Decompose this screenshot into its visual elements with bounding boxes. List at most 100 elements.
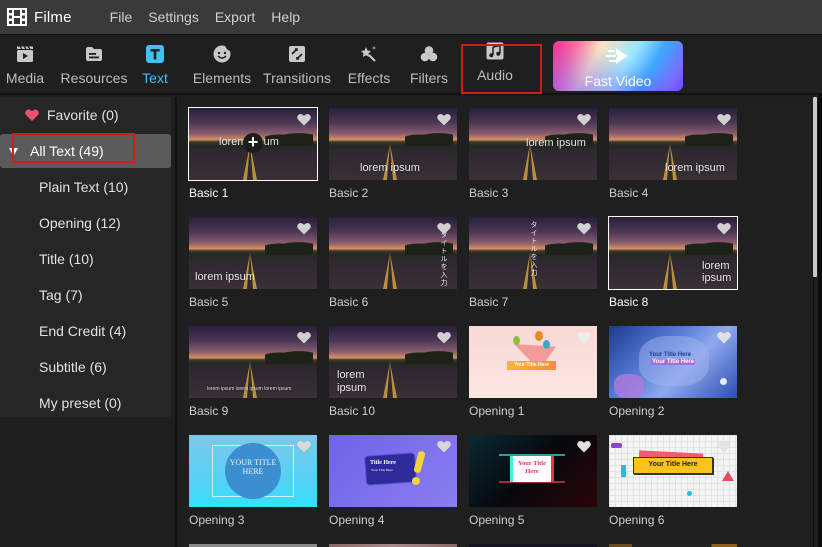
window-right-edge (818, 95, 822, 547)
template-card[interactable]: lorem ipsum Basic 2 (329, 108, 457, 200)
tool-label: Transitions (263, 70, 331, 86)
tool-filters[interactable]: Filters (410, 35, 448, 94)
template-thumbnail[interactable]: Your Title Here (469, 435, 597, 507)
fast-video-button[interactable]: Fast Video (553, 41, 683, 91)
favorite-heart-icon[interactable] (437, 331, 451, 344)
preview-subtext: Your Title Here (371, 468, 393, 472)
favorite-heart-icon[interactable] (577, 440, 591, 453)
add-to-timeline-button[interactable]: + (243, 133, 263, 153)
template-card[interactable]: lorem ipsum Basic 4 (609, 108, 737, 200)
template-thumbnail[interactable]: タイトルを入力 (329, 217, 457, 289)
text-t-icon (146, 45, 164, 63)
sidebar-item-tag[interactable]: Tag (7) (0, 278, 171, 312)
preview-text: lorem ipsum (337, 369, 367, 394)
sidebar-item-my-preset[interactable]: My preset (0) (0, 386, 171, 420)
film-logo-icon (7, 8, 27, 26)
favorite-heart-icon[interactable] (577, 331, 591, 344)
favorite-heart-icon[interactable] (717, 222, 731, 235)
favorite-heart-icon[interactable] (717, 113, 731, 126)
template-name: Opening 6 (609, 513, 665, 527)
template-card[interactable]: lorem ipsum Basic 10 (329, 326, 457, 418)
folder-icon (86, 47, 102, 61)
tool-elements[interactable]: Elements (193, 35, 251, 94)
sidebar-item-label: End Credit (4) (39, 323, 127, 339)
main-toolbar: Media Resources Text Elements Transition… (0, 34, 822, 95)
title-bar: Filme File Settings Export Help (0, 0, 822, 34)
grid-scrollbar-thumb[interactable] (813, 97, 817, 277)
transition-arrows-icon (289, 46, 305, 62)
tool-text[interactable]: Text (140, 35, 170, 94)
preview-text-2: Your Title Here (651, 359, 696, 365)
template-thumbnail[interactable]: YOUR TITLE HERE (189, 435, 317, 507)
menu-file[interactable]: File (110, 9, 133, 25)
tool-resources[interactable]: Resources (60, 35, 128, 94)
template-card[interactable]: Your Title Here Opening 5 (469, 435, 597, 527)
sidebar-item-plain-text[interactable]: Plain Text (10) (0, 170, 171, 204)
menu-export[interactable]: Export (215, 9, 255, 25)
template-name: Opening 2 (609, 404, 665, 418)
preview-text: lorem ipsum (360, 162, 420, 174)
tool-effects[interactable]: Effects (348, 35, 390, 94)
sidebar-item-label: Tag (7) (39, 287, 83, 303)
favorite-heart-icon[interactable] (297, 331, 311, 344)
favorite-heart-icon[interactable] (577, 222, 591, 235)
sidebar-item-opening[interactable]: Opening (12) (0, 206, 171, 240)
template-thumbnail[interactable]: lorem ipsum (469, 108, 597, 180)
favorite-heart-icon[interactable] (297, 440, 311, 453)
app-name: Filme (34, 8, 72, 26)
template-card[interactable]: YOUR TITLE HERE Opening 3 (189, 435, 317, 527)
category-list: Favorite (0) All Text (49) Plain Text (1… (0, 97, 171, 417)
template-name: Basic 9 (189, 404, 229, 418)
favorite-heart-icon[interactable] (717, 440, 731, 453)
sidebar-item-subtitle[interactable]: Subtitle (6) (0, 350, 171, 384)
template-card[interactable]: lorem ipsum Basic 3 (469, 108, 597, 200)
audio-highlight-box (461, 44, 542, 94)
template-card[interactable]: タイトルを入力 Basic 6 (329, 217, 457, 309)
template-thumbnail[interactable]: lorem ipsum (329, 326, 457, 398)
template-thumbnail[interactable]: Title Here Your Title Here (329, 435, 457, 507)
template-thumbnail[interactable]: lorem ipsum (608, 216, 738, 290)
template-thumbnail[interactable]: Your Title Here (609, 435, 737, 507)
sidebar-item-title[interactable]: Title (10) (0, 242, 171, 276)
template-thumbnail[interactable]: lorem ipsum (609, 108, 737, 180)
template-card[interactable]: lorem ipsum + Basic 1 (188, 107, 318, 200)
template-card[interactable]: lorem ipsum Basic 8 (608, 216, 738, 309)
template-card[interactable]: Your Title Here Opening 1 (469, 326, 597, 418)
sidebar-item-favorite[interactable]: Favorite (0) (0, 98, 171, 132)
favorite-heart-icon[interactable] (577, 113, 591, 126)
template-name: Basic 1 (189, 186, 229, 200)
template-thumbnail[interactable]: lorem ipsum + (188, 107, 318, 181)
preview-text: Your Title Here (507, 361, 556, 370)
favorite-heart-icon[interactable] (437, 113, 451, 126)
menu-help[interactable]: Help (271, 9, 300, 25)
favorite-heart-icon[interactable] (297, 113, 311, 126)
template-card[interactable]: Title Here Your Title Here Opening 4 (329, 435, 457, 527)
favorite-heart-icon[interactable] (717, 331, 731, 344)
tool-label: Filters (409, 70, 449, 86)
template-thumbnail[interactable]: lorem ipsum lorem ipsum lorem ipsum (189, 326, 317, 398)
template-name: Basic 4 (609, 186, 649, 200)
tool-transitions[interactable]: Transitions (263, 35, 331, 94)
preview-text: Your Title Here (649, 352, 692, 358)
preview-text: lorem ipsum (702, 260, 732, 284)
template-thumbnail[interactable]: Your Title Here (469, 326, 597, 398)
template-thumbnail[interactable]: Your Title Here Your Title Here (609, 326, 737, 398)
template-thumbnail[interactable]: lorem ipsum (189, 217, 317, 289)
tool-media[interactable]: Media (5, 35, 45, 94)
template-card[interactable]: Your Title Here Opening 6 (609, 435, 737, 527)
template-card[interactable]: lorem ipsum Basic 5 (189, 217, 317, 309)
template-card[interactable]: lorem ipsum lorem ipsum lorem ipsum Basi… (189, 326, 317, 418)
template-thumbnail[interactable]: タイトルを入力 (469, 217, 597, 289)
template-name: Opening 1 (469, 404, 525, 418)
favorite-heart-icon[interactable] (437, 440, 451, 453)
fast-forward-arrow-icon (606, 48, 628, 64)
sidebar-item-end-credit[interactable]: End Credit (4) (0, 314, 171, 348)
menu-settings[interactable]: Settings (148, 9, 199, 25)
template-card[interactable]: タイトルを入力 Basic 7 (469, 217, 597, 309)
favorite-heart-icon[interactable] (437, 222, 451, 235)
template-card[interactable]: Your Title Here Your Title Here Opening … (609, 326, 737, 418)
tool-label: Resources (60, 70, 128, 86)
template-thumbnail[interactable]: lorem ipsum (329, 108, 457, 180)
preview-text: lorem ipsum (195, 271, 255, 283)
favorite-heart-icon[interactable] (297, 222, 311, 235)
